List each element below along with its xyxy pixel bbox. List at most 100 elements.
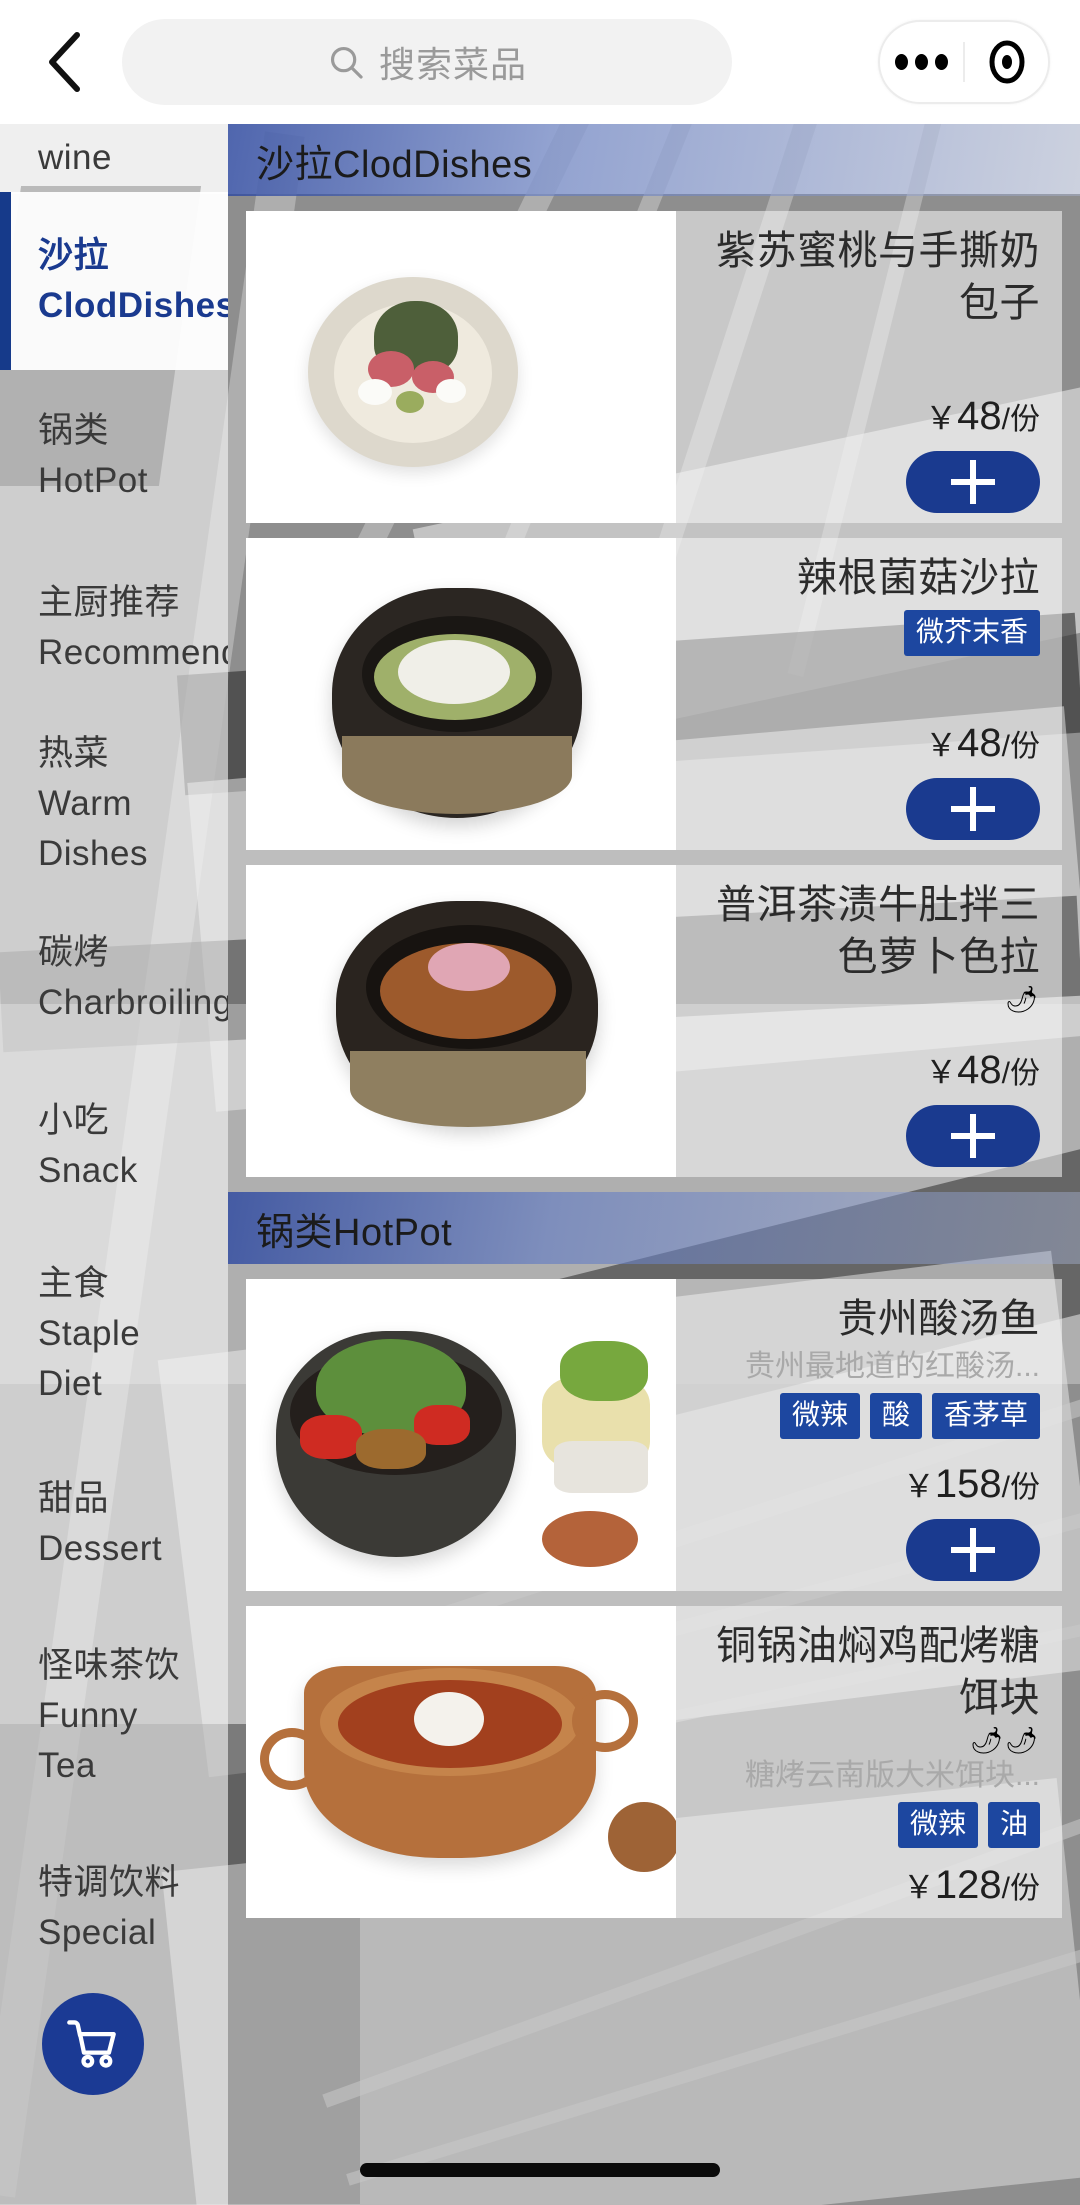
sidebar-item-label-en: Snack	[38, 1151, 138, 1190]
dish-price: ￥48/份	[925, 1047, 1040, 1093]
close-miniprogram-button[interactable]	[965, 38, 1048, 86]
sidebar-item-funny-tea[interactable]: 怪味茶饮 Funny Tea	[0, 1610, 228, 1822]
search-placeholder: 搜索菜品	[378, 44, 527, 85]
dish-image-salad-carpaccio	[246, 211, 676, 523]
sidebar-item-label-cn: 甜品	[38, 1479, 110, 1518]
sidebar-item-recommend[interactable]: 主厨推荐 Recommend	[0, 542, 228, 714]
plus-icon	[951, 1528, 995, 1572]
dish-tags: 微芥末香	[903, 610, 1040, 656]
price-unit: /份	[1001, 730, 1040, 763]
plus-icon	[951, 460, 995, 504]
cart-button[interactable]	[42, 1993, 144, 2095]
app-screen: 搜索菜品 wine 沙拉 ClodDishes 锅类 HotPot 主厨推荐 R…	[0, 0, 1080, 2205]
sidebar-item-charbroiling[interactable]: 碳烤 Charbroiling	[0, 894, 228, 1062]
sidebar-item-special[interactable]: 特调饮料 Special	[0, 1822, 228, 1994]
dish-image-sour-soup-fish	[246, 1279, 676, 1591]
dish-tags: 微辣 酸 香茅草	[779, 1393, 1040, 1439]
sidebar-item-dessert[interactable]: 甜品 Dessert	[0, 1438, 228, 1610]
sidebar-item-label-en: wine	[38, 138, 112, 177]
sidebar-item-warm-dishes[interactable]: 热菜 Warm Dishes	[0, 714, 228, 894]
dish-info: 贵州酸汤鱼 贵州最地道的红酸汤... 微辣 酸 香茅草 ￥158/份	[676, 1279, 1062, 1591]
add-to-cart-button[interactable]	[906, 451, 1040, 513]
dish-card[interactable]: 辣根菌菇沙拉 微芥末香 ￥48/份	[246, 538, 1062, 850]
miniprogram-capsule	[878, 20, 1050, 104]
currency-symbol: ￥	[925, 1054, 958, 1090]
chevron-left-icon	[49, 32, 80, 92]
dish-card[interactable]: 贵州酸汤鱼 贵州最地道的红酸汤... 微辣 酸 香茅草 ￥158/份	[246, 1279, 1062, 1591]
section-title: 沙拉ClodDishes	[256, 143, 533, 186]
app-header: 搜索菜品	[0, 0, 1080, 124]
sidebar-item-label-en: Dessert	[38, 1529, 163, 1568]
dish-image-mushroom-salad	[246, 538, 676, 850]
sidebar-item-label-en: Staple Diet	[38, 1314, 141, 1403]
sidebar-item-label-en: Warm Dishes	[38, 784, 148, 873]
price-amount: 48	[957, 721, 1002, 765]
dish-info: 普洱茶渍牛肚拌三色萝卜色拉 🌶 ￥48/份	[676, 865, 1062, 1177]
sidebar-item-label-cn: 小吃	[38, 1101, 110, 1140]
dish-info: 辣根菌菇沙拉 微芥末香 ￥48/份	[676, 538, 1062, 850]
sidebar-item-hotpot[interactable]: 锅类 HotPot	[0, 370, 228, 542]
home-indicator	[360, 2163, 720, 2177]
dish-tag: 香茅草	[931, 1393, 1040, 1439]
price-unit: /份	[1001, 1057, 1040, 1090]
dish-card[interactable]: 普洱茶渍牛肚拌三色萝卜色拉 🌶 ￥48/份	[246, 865, 1062, 1177]
sidebar-item-label-cn: 特调饮料	[38, 1863, 181, 1902]
price-unit: /份	[1001, 1471, 1040, 1504]
price-amount: 128	[934, 1863, 1002, 1907]
dish-description: 贵州最地道的红酸汤...	[744, 1350, 1040, 1383]
dish-name: 普洱茶渍牛肚拌三色萝卜色拉	[716, 883, 1040, 979]
add-to-cart-button[interactable]	[906, 778, 1040, 840]
dish-tag: 微辣	[897, 1802, 978, 1848]
more-menu-button[interactable]	[880, 54, 963, 70]
price-unit: /份	[1001, 403, 1040, 436]
sidebar-item-label-cn: 锅类	[38, 411, 110, 450]
sidebar-item-label-cn: 主食	[38, 1264, 110, 1303]
more-dots-icon	[895, 54, 948, 70]
spicy-level-icon: 🌶🌶	[969, 1725, 1040, 1755]
price-amount: 48	[957, 394, 1002, 438]
category-sidebar[interactable]: wine 沙拉 ClodDishes 锅类 HotPot 主厨推荐 Recomm…	[0, 124, 228, 2205]
sidebar-item-wine[interactable]: wine	[0, 124, 228, 192]
sidebar-item-label-cn: 碳烤	[38, 933, 110, 972]
sidebar-item-staple-diet[interactable]: 主食 Staple Diet	[0, 1230, 228, 1438]
dish-tags: 微辣 油	[897, 1802, 1040, 1848]
sidebar-item-label-en: HotPot	[38, 461, 148, 500]
sidebar-item-label-cn: 怪味茶饮	[38, 1646, 181, 1685]
sidebar-item-label-en: Recommend	[38, 633, 228, 672]
search-input[interactable]: 搜索菜品	[122, 19, 732, 105]
add-to-cart-button[interactable]	[906, 1105, 1040, 1167]
sidebar-item-label-en: ClodDishes	[38, 286, 228, 325]
back-button[interactable]	[30, 27, 100, 97]
sidebar-item-label-cn: 主厨推荐	[38, 583, 181, 622]
add-to-cart-button[interactable]	[906, 1519, 1040, 1581]
price-amount: 158	[934, 1462, 1002, 1506]
dish-price: ￥128/份	[903, 1862, 1040, 1908]
sidebar-item-snack[interactable]: 小吃 Snack	[0, 1062, 228, 1230]
sidebar-item-label-cn: 沙拉	[38, 236, 110, 275]
dish-name: 辣根菌菇沙拉	[797, 556, 1040, 600]
dish-list[interactable]: 沙拉ClodDishes 紫苏蜜桃与手撕奶包子 ￥48/份 辣根菌菇沙拉 微芥末…	[228, 124, 1080, 2205]
currency-symbol: ￥	[902, 1468, 935, 1504]
target-circle-icon	[989, 40, 1024, 84]
dish-tag: 微辣	[779, 1393, 860, 1439]
dish-name: 铜锅油焖鸡配烤糖饵块	[716, 1624, 1040, 1720]
dish-tag: 微芥末香	[903, 610, 1040, 656]
dish-price: ￥48/份	[925, 393, 1040, 439]
dish-tag: 酸	[869, 1393, 922, 1439]
sidebar-item-label-en: Funny Tea	[38, 1696, 138, 1785]
dish-info: 紫苏蜜桃与手撕奶包子 ￥48/份	[676, 211, 1062, 523]
spicy-level-icon: 🌶	[1004, 984, 1040, 1014]
currency-symbol: ￥	[925, 727, 958, 763]
dish-price: ￥48/份	[925, 720, 1040, 766]
page-body: wine 沙拉 ClodDishes 锅类 HotPot 主厨推荐 Recomm…	[0, 124, 1080, 2205]
section-header-hotpot: 锅类HotPot	[228, 1192, 1080, 1264]
sidebar-item-label-en: Special	[38, 1913, 157, 1952]
sidebar-item-label-cn: 热菜	[38, 734, 110, 773]
search-icon	[330, 46, 363, 79]
dish-card[interactable]: 紫苏蜜桃与手撕奶包子 ￥48/份	[246, 211, 1062, 523]
plus-icon	[951, 787, 995, 831]
price-unit: /份	[1001, 1872, 1040, 1905]
sidebar-item-salad[interactable]: 沙拉 ClodDishes	[0, 192, 228, 370]
plus-icon	[951, 1114, 995, 1158]
dish-card[interactable]: 铜锅油焖鸡配烤糖饵块 🌶🌶 糖烤云南版大米饵块... 微辣 油 ￥128/份	[246, 1606, 1062, 1918]
